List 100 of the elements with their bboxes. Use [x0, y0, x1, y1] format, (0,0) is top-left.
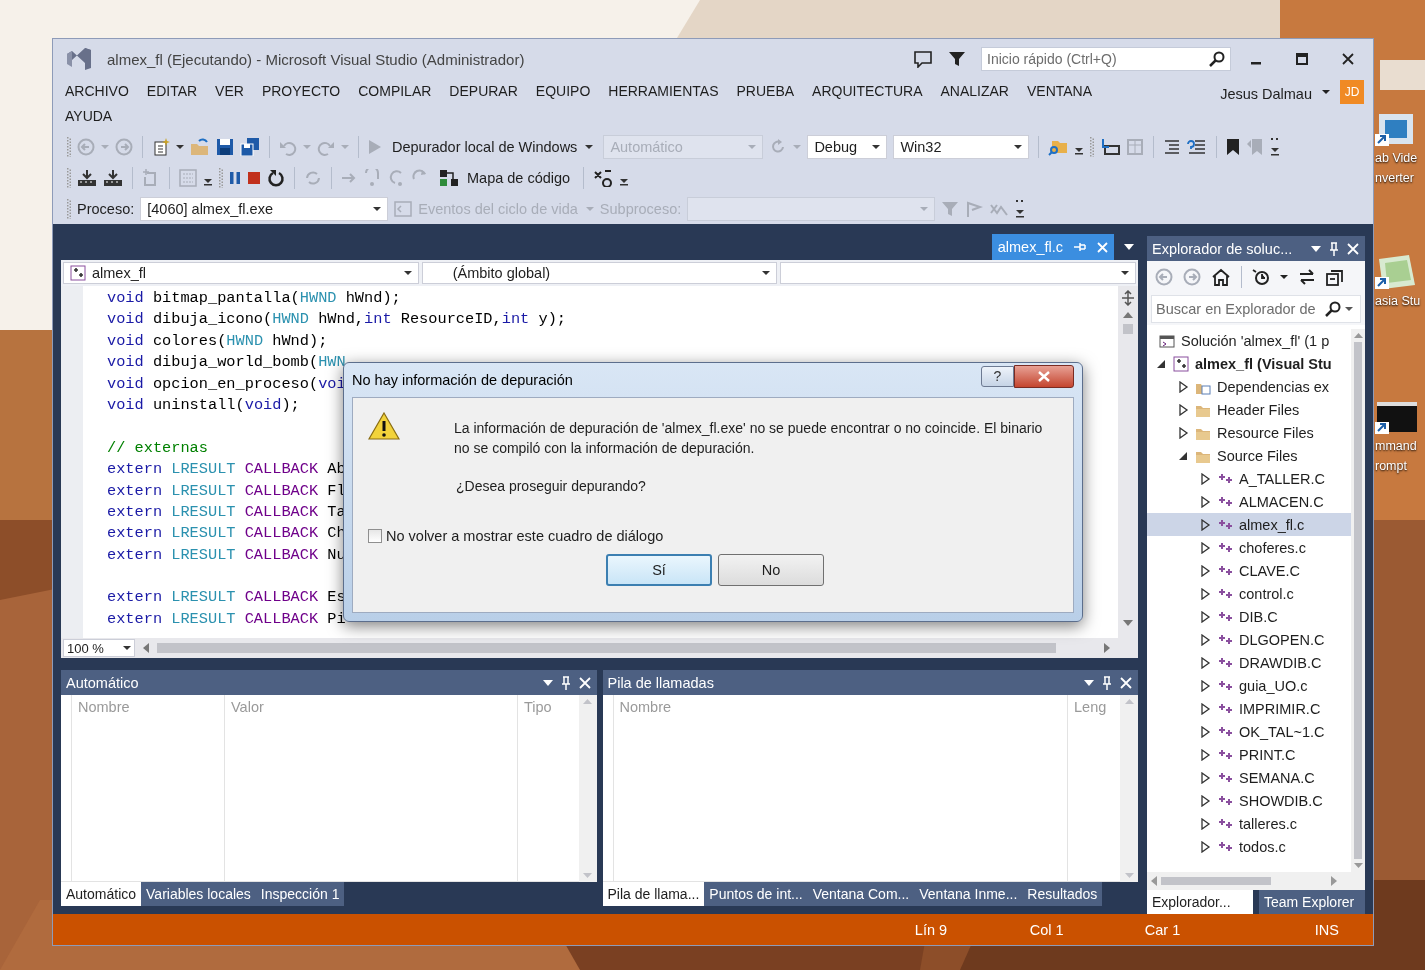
- panel-tab[interactable]: Variables locales: [141, 882, 256, 906]
- toolbar-grip[interactable]: [67, 167, 71, 188]
- caret-icon[interactable]: [1280, 274, 1288, 280]
- menu-item[interactable]: EQUIPO: [529, 79, 597, 104]
- dropdown-icon[interactable]: [542, 679, 553, 686]
- tree-item[interactable]: choferes.c: [1147, 536, 1351, 559]
- expand-arrow-icon[interactable]: [1201, 656, 1211, 669]
- tree-item[interactable]: ALMACEN.C: [1147, 490, 1351, 513]
- menu-item[interactable]: DEPURAR: [443, 79, 524, 104]
- home-icon[interactable]: [1211, 268, 1231, 286]
- scroll-left-icon[interactable]: [143, 643, 149, 653]
- pin-icon[interactable]: [1329, 241, 1339, 256]
- menu-item[interactable]: PROYECTO: [255, 79, 347, 104]
- restart-icon[interactable]: [267, 168, 285, 187]
- help-button[interactable]: ?: [981, 365, 1014, 387]
- quick-launch-field[interactable]: Inicio rápido (Ctrl+Q): [981, 47, 1231, 71]
- checkbox[interactable]: [368, 529, 382, 543]
- menu-item[interactable]: EDITAR: [140, 79, 204, 104]
- tree-item[interactable]: guia_UO.c: [1147, 674, 1351, 697]
- stop-icon[interactable]: [247, 170, 261, 185]
- tree-item[interactable]: Header Files: [1147, 398, 1351, 421]
- tree-item[interactable]: CLAVE.C: [1147, 559, 1351, 582]
- panel-tab[interactable]: Resultados: [1022, 882, 1103, 906]
- tree-item[interactable]: control.c: [1147, 582, 1351, 605]
- overflow-icon[interactable]: [1270, 136, 1281, 157]
- expand-arrow-icon[interactable]: [1201, 771, 1211, 784]
- menu-item[interactable]: HERRAMIENTAS: [602, 79, 725, 104]
- code-map-button[interactable]: Mapa de código: [435, 166, 575, 189]
- tree-item[interactable]: PRINT.C: [1147, 743, 1351, 766]
- expand-arrow-icon[interactable]: [1179, 380, 1189, 393]
- panel-tab[interactable]: Team Explorer: [1259, 890, 1365, 914]
- panel-tab[interactable]: Inspección 1: [255, 882, 345, 906]
- panel-tab[interactable]: Ventana Com...: [807, 882, 915, 906]
- expand-arrow-icon[interactable]: [1201, 564, 1211, 577]
- search-field[interactable]: Buscar en Explorador de: [1151, 295, 1361, 323]
- collapse-all-icon[interactable]: [1326, 268, 1344, 286]
- deploy-solution-icon[interactable]: [103, 168, 123, 187]
- scroll-thumb[interactable]: [1354, 342, 1362, 859]
- toolbar-grip[interactable]: [67, 198, 71, 219]
- caret-icon[interactable]: [762, 270, 771, 276]
- menu-item[interactable]: VENTANA: [1021, 79, 1099, 104]
- shortcut-icon[interactable]: [1375, 400, 1419, 436]
- maximize-icon[interactable]: [1296, 53, 1308, 65]
- menu-item[interactable]: VER: [209, 79, 250, 104]
- toolbar-grip[interactable]: [1090, 136, 1095, 157]
- pause-icon[interactable]: [229, 170, 241, 185]
- deploy-icon[interactable]: [77, 168, 97, 187]
- panel-tab[interactable]: Pila de llama...: [602, 882, 705, 906]
- tree-item[interactable]: almex_fl (Visual Stu: [1147, 352, 1351, 375]
- dropdown-icon[interactable]: [1311, 245, 1321, 252]
- scroll-thumb[interactable]: [157, 643, 1056, 653]
- expand-arrow-icon[interactable]: [1201, 679, 1211, 692]
- caret-icon[interactable]: [872, 143, 881, 150]
- debug-tools-icon[interactable]: [593, 168, 614, 187]
- save-icon[interactable]: [216, 137, 234, 156]
- scope-dropdown[interactable]: (Ámbito global): [421, 262, 778, 284]
- caret-icon[interactable]: [1014, 143, 1023, 150]
- tree-item[interactable]: DRAWDIB.C: [1147, 651, 1351, 674]
- dialog-button[interactable]: Sí: [606, 554, 712, 586]
- expand-arrow-icon[interactable]: [1179, 403, 1189, 416]
- tree-item[interactable]: OK_TAL~1.C: [1147, 720, 1351, 743]
- feedback-icon[interactable]: [913, 50, 933, 68]
- caret-icon[interactable]: [403, 270, 412, 276]
- expand-arrow-icon[interactable]: [1201, 495, 1211, 508]
- scroll-down-icon[interactable]: [1123, 620, 1133, 626]
- expand-arrow-icon[interactable]: [1201, 633, 1211, 646]
- platform-dropdown[interactable]: Win32: [893, 134, 1030, 159]
- dialog-close-button[interactable]: [1014, 364, 1074, 388]
- toolbar-grip[interactable]: [219, 167, 223, 188]
- tree-item[interactable]: almex_fl.c: [1147, 513, 1351, 536]
- tree-item[interactable]: SHOWDIB.C: [1147, 789, 1351, 812]
- filter-icon[interactable]: [949, 51, 965, 67]
- tree-item[interactable]: Resource Files: [1147, 421, 1351, 444]
- project-dropdown[interactable]: almex_fl: [63, 262, 419, 284]
- expand-arrow-icon[interactable]: [1201, 702, 1211, 715]
- expand-arrow-icon[interactable]: [1201, 610, 1211, 623]
- zoom-dropdown[interactable]: 100 %: [63, 639, 135, 657]
- debugger-button[interactable]: Depurador local de Windows: [388, 136, 598, 157]
- checkbox-label[interactable]: No volver a mostrar este cuadro de diálogo: [386, 528, 664, 544]
- pending-changes-icon[interactable]: [1252, 268, 1270, 286]
- menu-item[interactable]: ANALIZAR: [934, 79, 1015, 104]
- tree-item[interactable]: A_TALLER.C: [1147, 467, 1351, 490]
- pin-icon[interactable]: [1102, 675, 1112, 690]
- overflow-icon[interactable]: [1015, 198, 1026, 219]
- tree-item[interactable]: DLGOPEN.C: [1147, 628, 1351, 651]
- panel-tab[interactable]: Automático: [61, 882, 142, 906]
- expand-arrow-icon[interactable]: [1201, 794, 1211, 807]
- tree-item[interactable]: Dependencias ex: [1147, 375, 1351, 398]
- panel-tab[interactable]: Ventana Inme...: [914, 882, 1023, 906]
- caret-icon[interactable]: [585, 143, 594, 150]
- menu-item[interactable]: ARCHIVO: [59, 79, 135, 104]
- tree-item[interactable]: IMPRIMIR.C: [1147, 697, 1351, 720]
- expand-arrow-icon[interactable]: [1201, 748, 1211, 761]
- panel-tab[interactable]: Explorador...: [1147, 890, 1253, 914]
- tree-item[interactable]: talleres.c: [1147, 812, 1351, 835]
- menu-item[interactable]: PRUEBA: [730, 79, 801, 104]
- expand-arrow-icon[interactable]: [1201, 725, 1211, 738]
- indent-icon[interactable]: [1163, 138, 1182, 155]
- expand-arrow-icon[interactable]: [1201, 587, 1211, 600]
- toolbar-grip[interactable]: [67, 136, 71, 157]
